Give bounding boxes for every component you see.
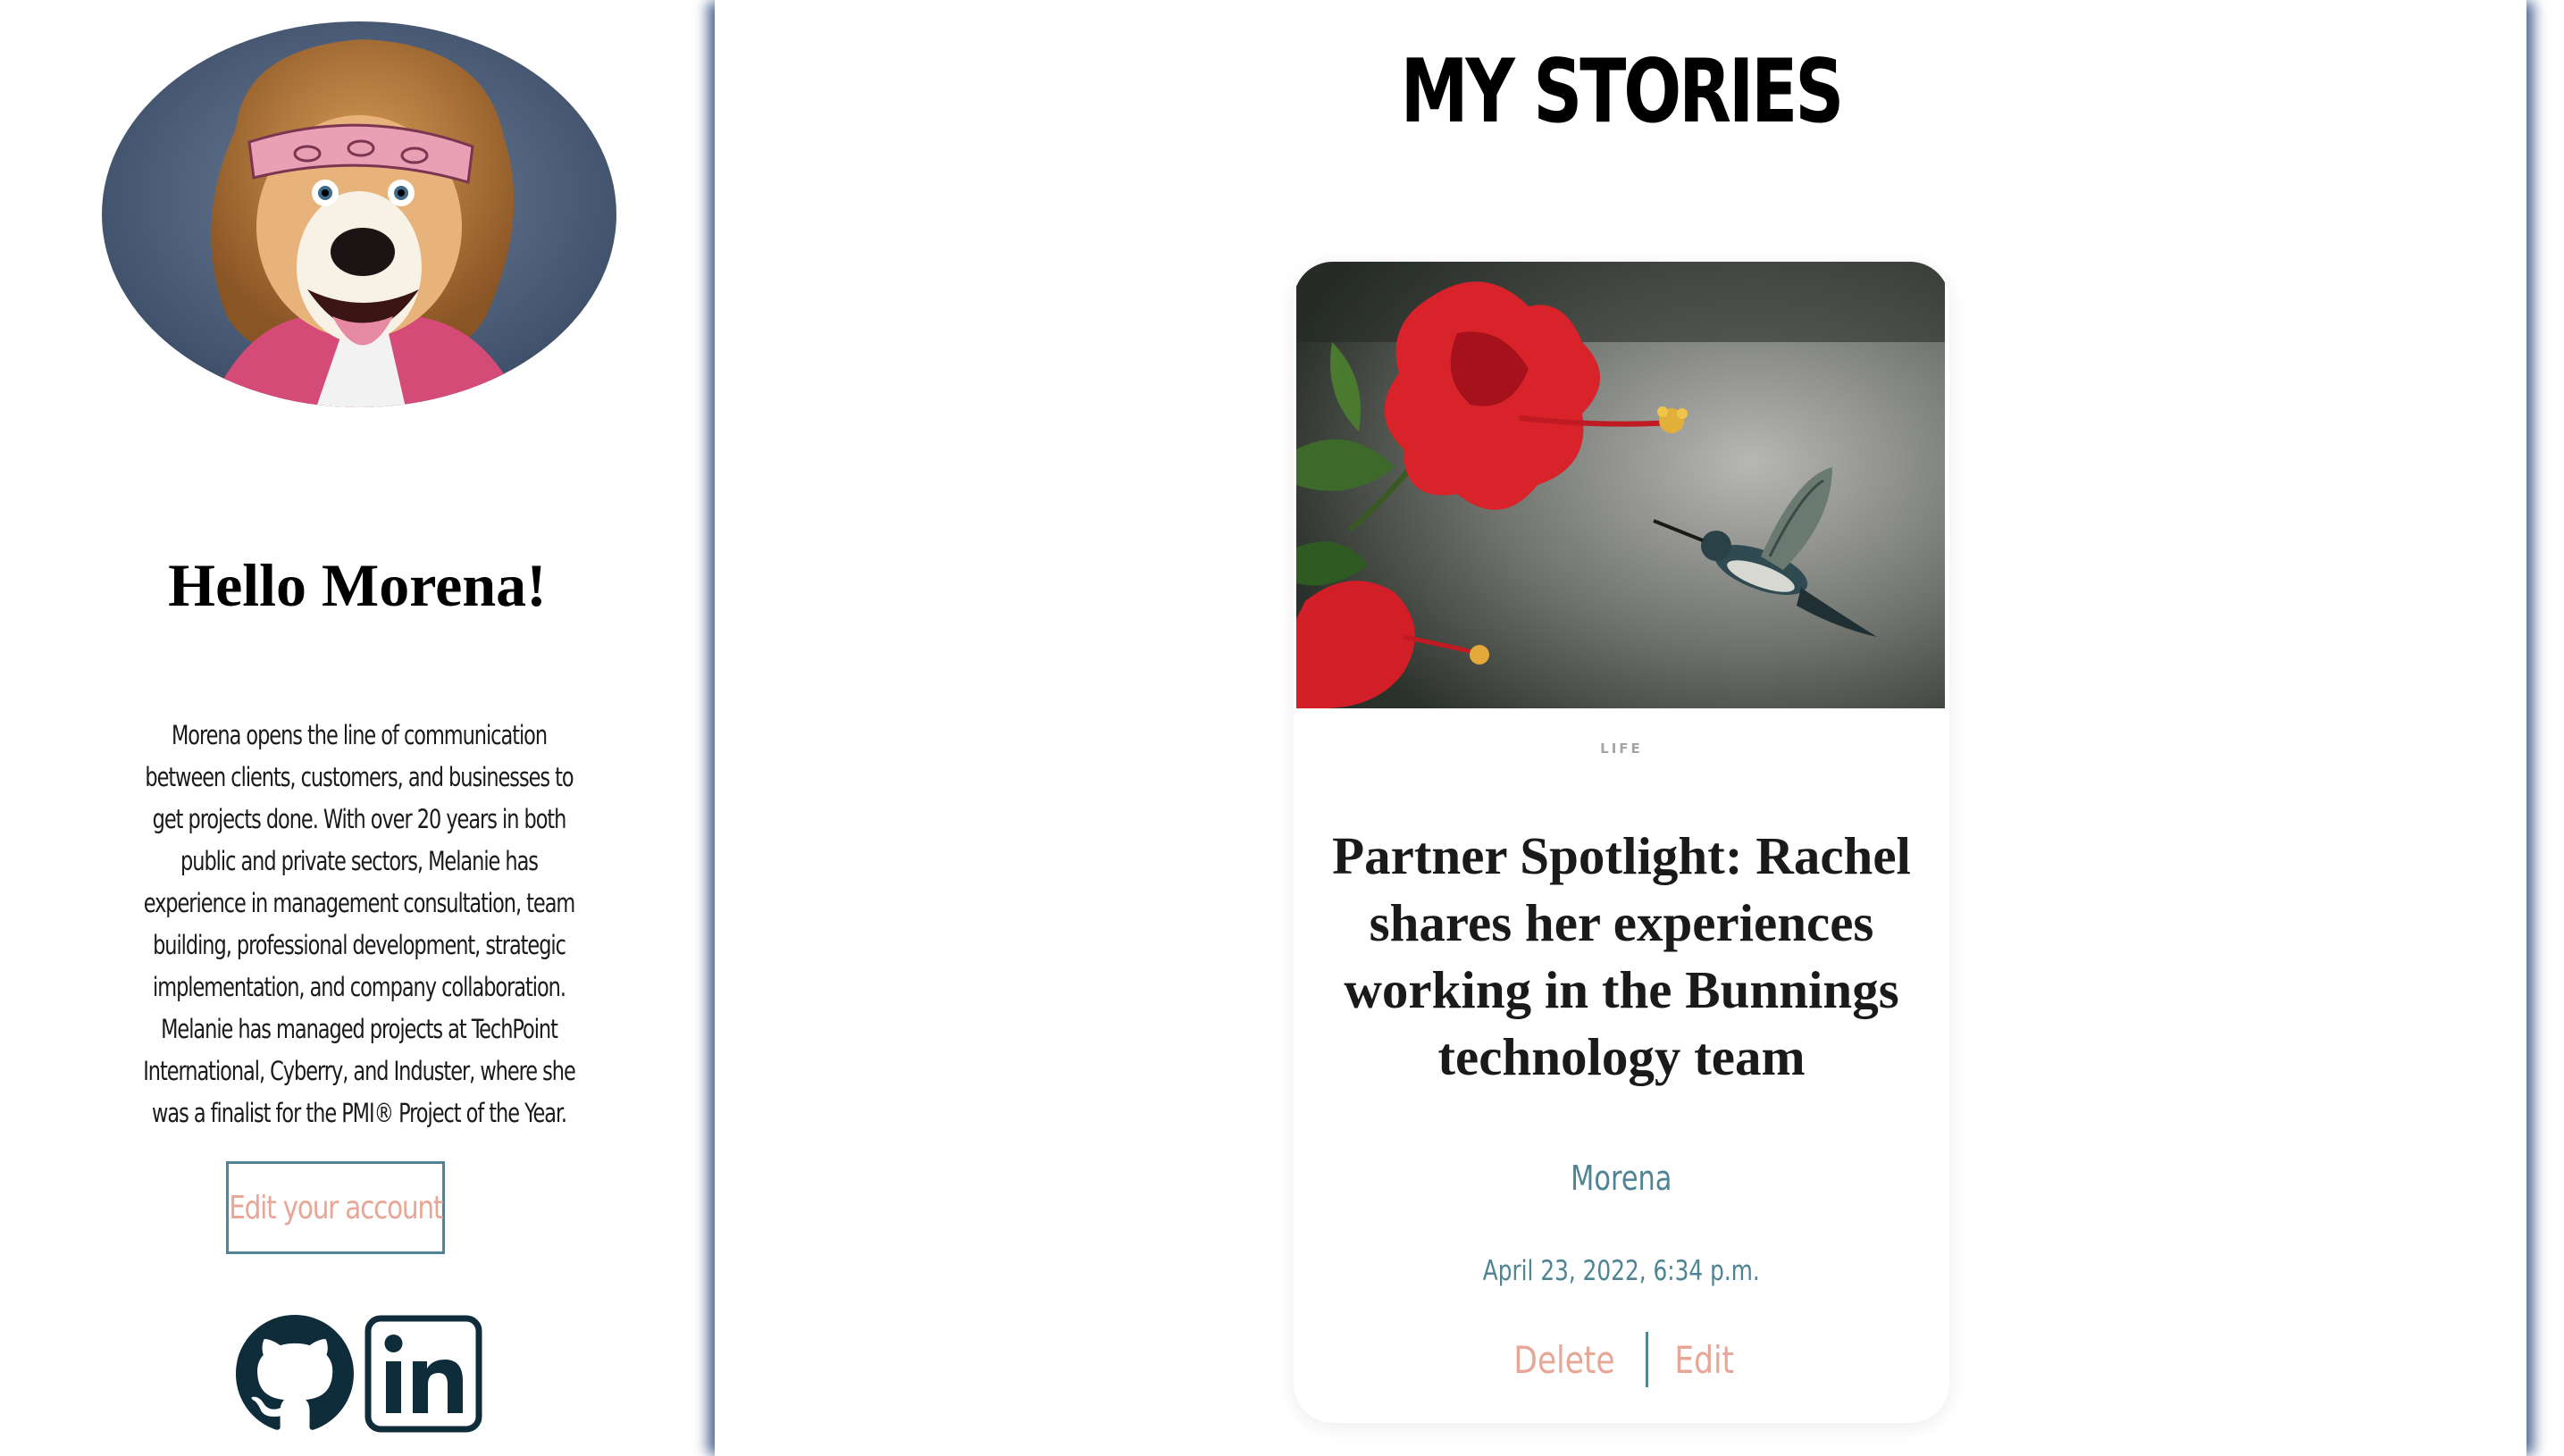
linkedin-icon [364,1315,482,1433]
story-actions: Delete Edit [1294,1332,1949,1387]
edit-label: Edit [1674,1337,1734,1382]
delete-label: Delete [1513,1337,1615,1382]
story-date-text: April 23, 2022, 6:34 p.m. [1482,1255,1760,1287]
profile-avatar [102,21,616,407]
edit-account-label: Edit your account [228,1189,443,1226]
profile-bio: Morena opens the line of communication b… [143,720,576,1128]
github-icon [236,1315,354,1430]
page-title: MY STORIES [715,43,2526,141]
story-author-name: Morena [1571,1159,1672,1198]
github-link[interactable] [236,1315,354,1437]
delete-story-button[interactable]: Delete [1483,1338,1646,1382]
dog-portrait-image [102,21,616,407]
story-title-link[interactable]: Partner Spotlight: Rachel shares her exp… [1329,823,1914,1091]
linkedin-link[interactable] [364,1315,482,1437]
profile-sidebar: Hello Morena! Morena opens the line of c… [0,0,715,1456]
edit-account-button[interactable]: Edit your account [226,1161,445,1254]
page-title-text: MY STORIES [1400,41,1844,143]
greeting-heading: Hello Morena! [168,551,547,619]
story-card: LIFE Partner Spotlight: Rachel shares he… [1294,262,1949,1423]
social-links [236,1315,482,1437]
story-date: April 23, 2022, 6:34 p.m. [1294,1255,1949,1287]
story-category: LIFE [1600,741,1643,757]
stories-panel: MY STORIES LIFE Partner Spotlight: Rache… [715,0,2526,1456]
story-image[interactable] [1296,262,1945,708]
edit-story-button[interactable]: Edit [1648,1338,1760,1382]
story-author-link[interactable]: Morena [1294,1159,1949,1198]
hummingbird-hibiscus-image [1296,262,1945,708]
